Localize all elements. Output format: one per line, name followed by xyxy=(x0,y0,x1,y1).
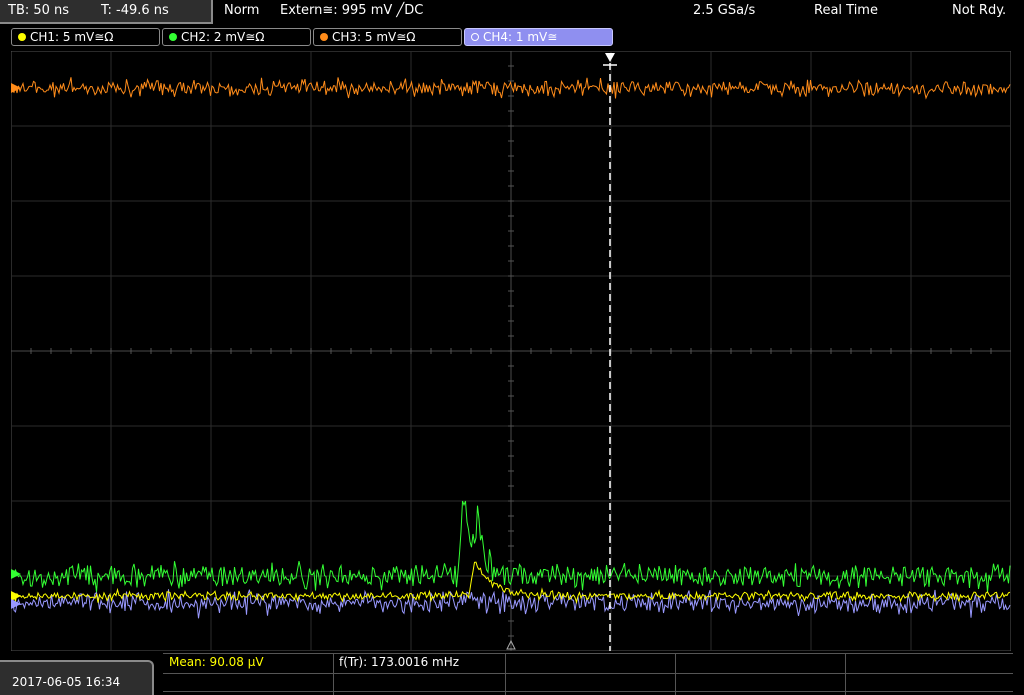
channel-button-ch4[interactable]: CH4: 1 mV≅ xyxy=(464,28,613,46)
measurement-divider xyxy=(505,653,506,695)
measurement-panel[interactable]: Mean: 90.08 µV f(Tr): 173.0016 mHz xyxy=(163,653,1013,695)
measurement-row: Mean: 90.08 µV f(Tr): 173.0016 mHz xyxy=(163,653,1013,672)
timebase-panel[interactable]: TB: 50 ns T: -49.6 ns xyxy=(0,0,213,24)
top-status-bar: TB: 50 ns T: -49.6 ns Norm Extern≅: 995 … xyxy=(0,0,1024,24)
ch2-color-icon xyxy=(169,33,177,41)
mean-measurement: Mean: 90.08 µV xyxy=(169,655,264,669)
trigger-time-value: T: -49.6 ns xyxy=(101,3,169,18)
ch3-label: CH3: 5 mV≅Ω xyxy=(332,30,416,44)
waveform-display[interactable] xyxy=(11,51,1011,651)
sample-rate: 2.5 GSa/s xyxy=(693,3,756,18)
trigger-source[interactable]: Extern≅: 995 mV ╱DC xyxy=(280,3,423,18)
trigger-mode[interactable]: Norm xyxy=(224,3,259,18)
measurement-divider xyxy=(675,653,676,695)
ch1-label: CH1: 5 mV≅Ω xyxy=(30,30,114,44)
ch2-label: CH2: 2 mV≅Ω xyxy=(181,30,265,44)
ch4-color-icon xyxy=(471,33,479,41)
measurement-divider xyxy=(333,653,334,695)
channel-button-ch1[interactable]: CH1: 5 mV≅Ω xyxy=(11,28,160,46)
ch1-color-icon xyxy=(18,33,26,41)
channel-bar: CH1: 5 mV≅Ω CH2: 2 mV≅Ω CH3: 5 mV≅Ω CH4:… xyxy=(0,26,1024,48)
ch3-color-icon xyxy=(320,33,328,41)
frequency-measurement: f(Tr): 173.0016 mHz xyxy=(339,655,460,669)
ch4-label: CH4: 1 mV≅ xyxy=(483,30,558,44)
datetime-panel: 2017-06-05 16:34 xyxy=(0,660,154,695)
timebase-value: TB: 50 ns xyxy=(8,3,70,18)
acquisition-status: Not Rdy. xyxy=(952,3,1007,18)
channel-button-ch2[interactable]: CH2: 2 mV≅Ω xyxy=(162,28,311,46)
datetime: 2017-06-05 16:34 xyxy=(12,675,121,689)
channel-button-ch3[interactable]: CH3: 5 mV≅Ω xyxy=(313,28,462,46)
measurement-row-empty xyxy=(163,673,1013,692)
acquisition-mode: Real Time xyxy=(814,3,878,18)
measurement-divider xyxy=(845,653,846,695)
